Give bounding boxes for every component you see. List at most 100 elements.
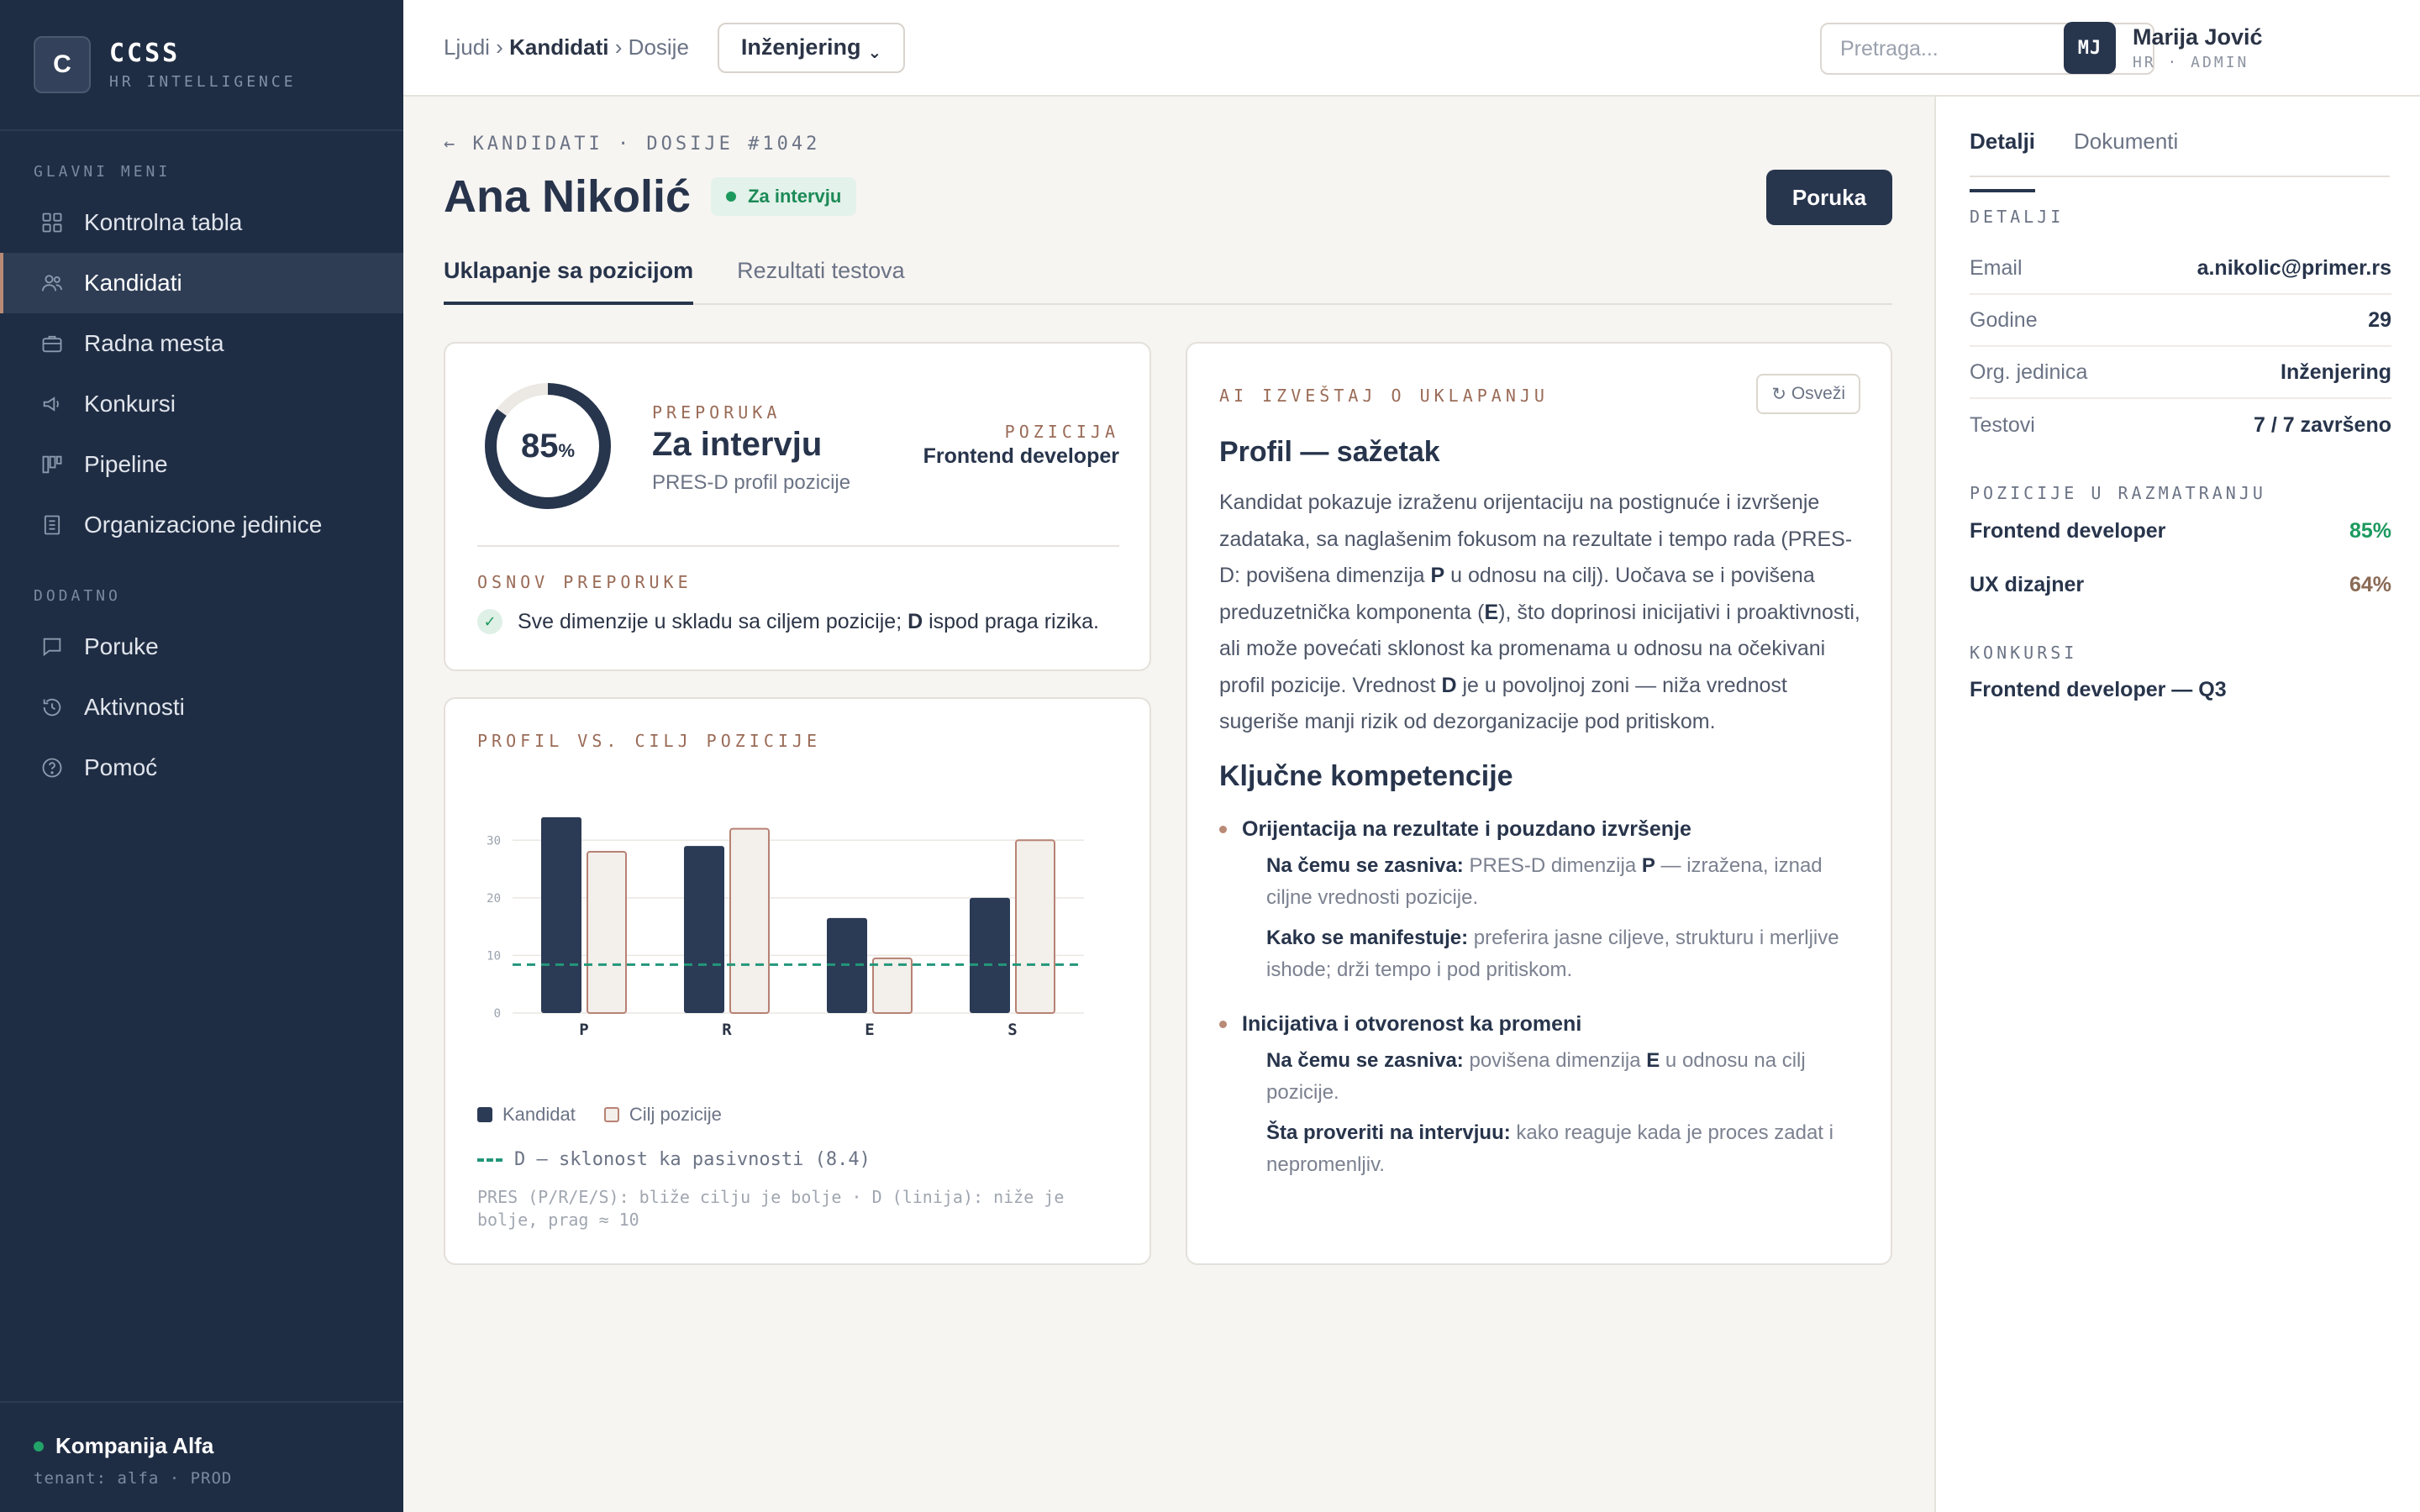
competency-basis: Na čemu se zasniva: PRES-D dimenzija P —… [1266,850,1866,914]
summary-bold: D [1441,673,1457,697]
position-match: 85% [2349,519,2391,543]
company-name: Kompanija Alfa [55,1433,214,1458]
sidebar-item-org-units[interactable]: Organizacione jedinice [0,495,403,555]
position-row[interactable]: Frontend developer 85% [1970,519,2391,543]
score-unit: % [558,440,576,461]
bar-target-R [729,827,770,1014]
score-value: 85 [520,427,559,465]
y-tick-label: 0 [494,1007,501,1021]
competency-item: Inicijativa i otvorenost ka promeni Na č… [1219,1012,1866,1181]
search-placeholder: Pretraga... [1840,36,1939,60]
recommendation-profile: PRES-D profil pozicije [652,471,851,494]
back-link[interactable]: ← KANDIDATI · DOSIJE #1042 [444,134,820,155]
divider [477,545,1119,547]
legend-target: Cilj pozicije [629,1104,722,1125]
contest-link[interactable]: Frontend developer — Q3 [1970,678,2227,702]
detail-key: Email [1970,255,2023,280]
tab-test-results[interactable]: Rezultati testova [737,244,905,303]
bar-candidate-P [541,816,581,1013]
detail-key: Org. jedinica [1970,360,2088,384]
refresh-label: Osveži [1791,384,1845,403]
detail-key: Testovi [1970,412,2035,437]
refresh-button[interactable]: ↻ Osveži [1756,374,1860,414]
x-tick-label: P [579,1021,588,1039]
chart-legend: Kandidat Cilj pozicije [477,1104,722,1126]
competency-basis: Na čemu se zasniva: povišena dimenzija E… [1266,1045,1866,1109]
sidebar-item-help[interactable]: Pomoć [0,738,403,798]
competency-bold: P [1641,854,1655,877]
bar-candidate-R [684,846,724,1013]
tenant-footer[interactable]: Kompanija Alfa tenant: alfa · PROD [0,1401,403,1512]
users-icon [40,271,64,295]
chart-note: PRES (P/R/E/S): bliže cilju je bolje · D… [477,1187,1065,1230]
sidebar-item-label: Poruke [84,633,159,659]
sidebar-item-dashboard[interactable]: Kontrolna tabla [0,192,403,253]
tab-details[interactable]: Detalji [1970,129,2036,192]
position-row[interactable]: UX dizajner 64% [1970,573,2391,597]
position-label: POZICIJA [1004,422,1119,442]
briefcase-icon [40,332,64,355]
brand[interactable]: C CCSS HR INTELLIGENCE [0,0,403,131]
sidebar-item-contests[interactable]: Konkursi [0,374,403,434]
megaphone-icon [40,392,64,416]
status-dot [726,192,737,202]
breadcrumb: Ljudi › Kandidati › Dosije [444,34,689,60]
summary-bold: E [1484,600,1499,624]
chart-title: PROFIL VS. CILJ POZICIJE [477,731,821,751]
sidebar-item-jobs[interactable]: Radna mesta [0,313,403,374]
chevron-down-icon: ⌄ [867,44,882,62]
sidebar-item-label: Konkursi [84,391,176,417]
user-menu[interactable]: MJ Marija Jović HR · ADMIN [2064,22,2263,74]
detail-key: Godine [1970,307,2038,332]
competency-key: Šta proveriti na intervjuu: [1266,1121,1511,1144]
recommendation-card: 85 % PREPORUKA Za intervju PRES-D profil… [444,342,1151,671]
detail-value: 29 [2368,307,2391,332]
competency-interview-check: Šta proveriti na intervjuu: kako reaguje… [1266,1117,1866,1181]
bar-target-E [872,957,913,1015]
details-tabs: Detalji Dokumenti [1970,129,2390,192]
detail-value: 7 / 7 završeno [2254,412,2391,437]
detail-value[interactable]: a.nikolic@primer.rs [2197,256,2391,281]
sidebar-item-label: Kontrolna tabla [84,209,243,235]
summary-bold: P [1430,564,1445,587]
sidebar-item-messages[interactable]: Poruke [0,617,403,677]
sidebar-item-label: Aktivnosti [84,694,185,720]
brand-logo: C [34,36,91,93]
competency-manifest: Kako se manifestuje: preferira jasne cil… [1266,922,1866,986]
competency-title: Inicijativa i otvorenost ka promeni [1242,1012,1582,1036]
ai-report-card: AI IZVEŠTAJ O UKLAPANJU ↻ Osveži Profil … [1186,342,1892,1265]
check-icon: ✓ [477,609,502,634]
detail-row-age: Godine 29 [1970,295,2391,347]
building-icon [40,513,64,537]
bar-target-S [1015,839,1055,1014]
nav-section-main: GLAVNI MENI [34,163,171,181]
history-icon [40,696,64,719]
breadcrumb-people[interactable]: Ljudi [444,34,490,60]
detail-row-tests: Testovi 7 / 7 završeno [1970,399,2391,451]
department-select[interactable]: Inženjering ⌄ [717,22,906,73]
y-tick-label: 30 [487,834,501,848]
bullet-icon [1219,826,1227,833]
message-button[interactable]: Poruka [1766,170,1892,225]
competency-text: povišena dimenzija [1463,1049,1647,1072]
message-icon [40,635,64,659]
detail-row-org-unit: Org. jedinica Inženjering [1970,347,2391,399]
sidebar-item-activities[interactable]: Aktivnosti [0,677,403,738]
position-name: UX dizajner [1970,573,2085,596]
tab-documents[interactable]: Dokumenti [2074,129,2178,176]
profile-chart-card: PROFIL VS. CILJ POZICIJE 0 10 20 30 P R E S Kan… [444,697,1151,1265]
bar-candidate-S [970,897,1010,1013]
breadcrumb-candidates[interactable]: Kandidati [509,34,608,60]
competencies-title: Ključne kompetencije [1219,760,1513,792]
tab-position-fit[interactable]: Uklapanje sa pozicijom [444,244,694,305]
detail-value: Inženjering [2281,360,2391,384]
user-name: Marija Jović [2133,24,2263,50]
sidebar-item-pipeline[interactable]: Pipeline [0,434,403,495]
sidebar-item-label: Radna mesta [84,330,224,356]
sidebar-item-candidates[interactable]: Kandidati [0,253,403,313]
basis-text: Sve dimenzije u skladu sa ciljem pozicij… [518,609,908,633]
legend-swatch-target [603,1107,619,1122]
basis-label: OSNOV PREPORUKE [477,572,692,592]
breadcrumb-separator: › [614,34,623,60]
dashed-line-icon [477,1158,502,1162]
